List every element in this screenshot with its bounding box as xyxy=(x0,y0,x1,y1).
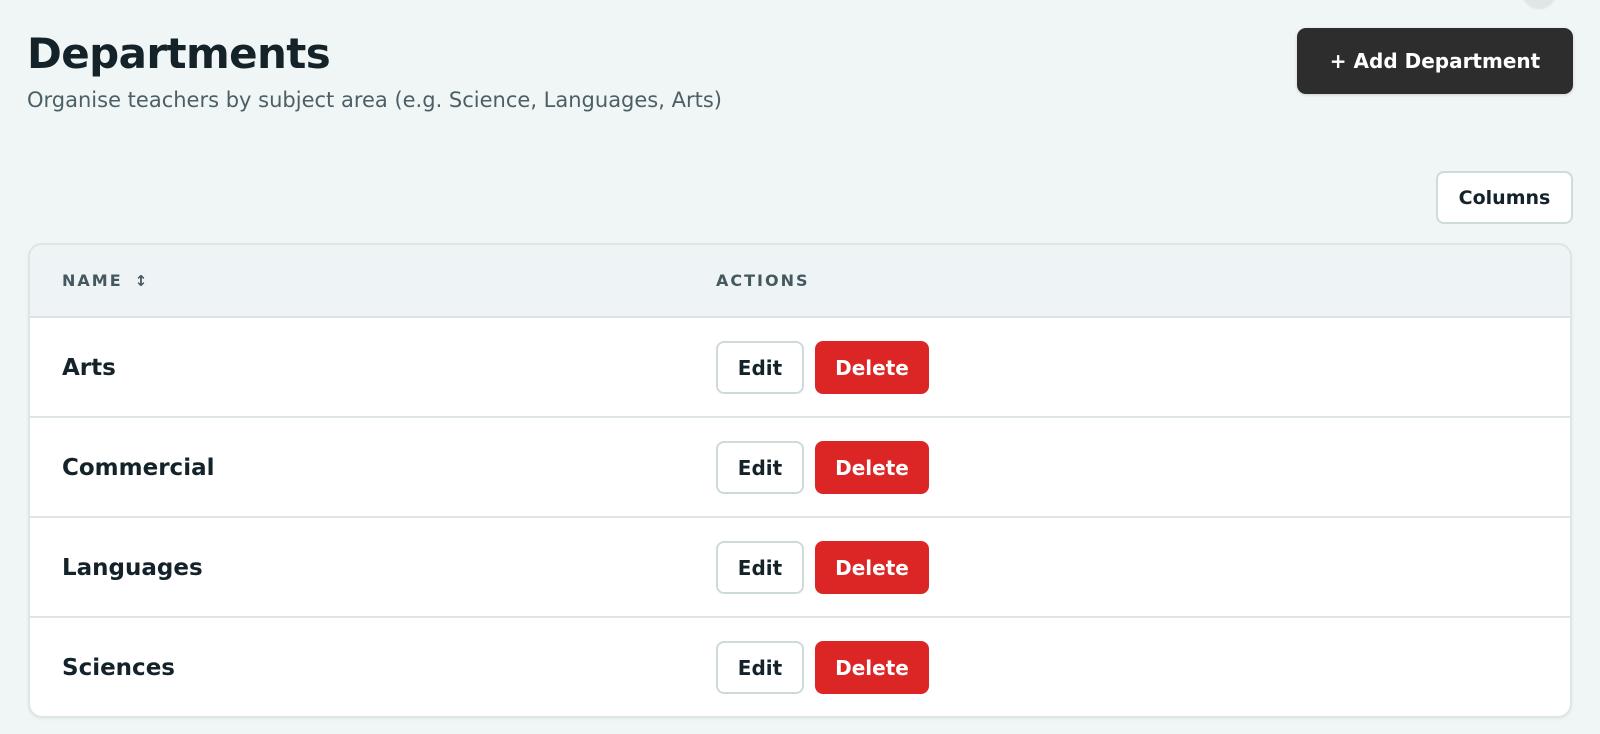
column-header-name[interactable]: NAME ↕ xyxy=(62,245,147,316)
avatar[interactable] xyxy=(1522,0,1556,8)
edit-button[interactable]: Edit xyxy=(716,441,804,494)
departments-page: Departments Organise teachers by subject… xyxy=(0,0,1600,734)
delete-button[interactable]: Delete xyxy=(815,341,929,394)
row-actions: Edit Delete xyxy=(716,341,929,394)
department-name: Commercial xyxy=(62,455,215,481)
delete-button[interactable]: Delete xyxy=(815,541,929,594)
department-name: Arts xyxy=(62,355,116,381)
department-name: Sciences xyxy=(62,655,175,681)
edit-button[interactable]: Edit xyxy=(716,341,804,394)
table-row: Languages Edit Delete xyxy=(30,518,1570,618)
edit-button[interactable]: Edit xyxy=(716,641,804,694)
column-header-actions-label: ACTIONS xyxy=(716,271,810,290)
row-actions: Edit Delete xyxy=(716,441,929,494)
edit-button[interactable]: Edit xyxy=(716,541,804,594)
table-row: Sciences Edit Delete xyxy=(30,618,1570,716)
table-row: Arts Edit Delete xyxy=(30,318,1570,418)
column-header-actions: ACTIONS xyxy=(716,245,810,316)
column-header-name-label: NAME xyxy=(62,271,123,290)
page-header: Departments Organise teachers by subject… xyxy=(27,28,1573,118)
table-row: Commercial Edit Delete xyxy=(30,418,1570,518)
table-header: NAME ↕ ACTIONS xyxy=(30,245,1570,318)
add-department-button[interactable]: + Add Department xyxy=(1297,28,1573,94)
departments-table: NAME ↕ ACTIONS Arts Edit Delete Commerci… xyxy=(28,243,1572,718)
row-actions: Edit Delete xyxy=(716,641,929,694)
columns-button[interactable]: Columns xyxy=(1436,171,1573,224)
department-name: Languages xyxy=(62,555,203,581)
sort-icon[interactable]: ↕ xyxy=(135,272,148,290)
delete-button[interactable]: Delete xyxy=(815,641,929,694)
row-actions: Edit Delete xyxy=(716,541,929,594)
delete-button[interactable]: Delete xyxy=(815,441,929,494)
